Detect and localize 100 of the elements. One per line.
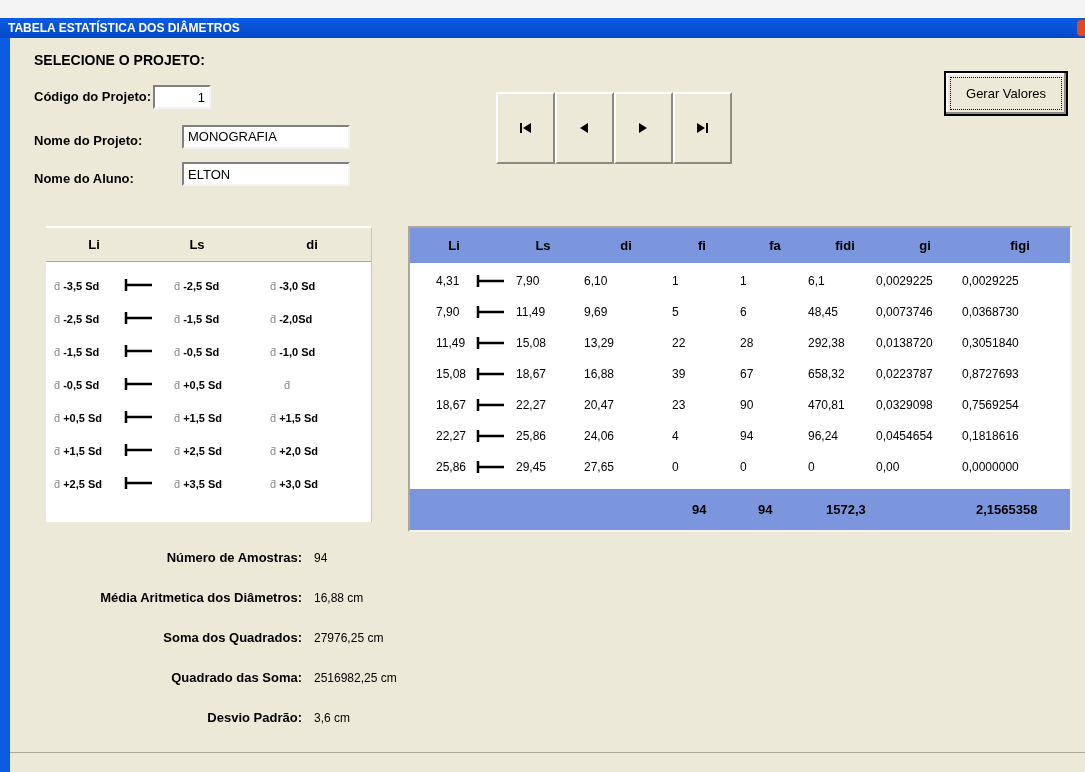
interval-icon xyxy=(124,475,154,490)
column-header: gi xyxy=(918,236,932,255)
skip-first-icon xyxy=(519,122,532,134)
close-icon[interactable] xyxy=(1077,20,1085,36)
interval-icon xyxy=(476,366,506,381)
table-cell-text: 6,10 xyxy=(584,272,609,290)
table-cell-text: 25,86 xyxy=(436,458,468,476)
table-cell-text: 0,8727693 xyxy=(962,365,1020,383)
interval-icon xyxy=(476,397,506,412)
input-field[interactable]: ELTON xyxy=(182,162,350,187)
interval-icon xyxy=(476,459,506,474)
stat-value: 3,6 cm xyxy=(314,710,350,727)
table-cell-text: 9,69 xyxy=(584,303,609,321)
window-title: TABELA ESTATÍSTICA DOS DIÂMETROS xyxy=(8,19,240,37)
previous-icon xyxy=(578,122,591,134)
nav-button[interactable] xyxy=(673,92,732,164)
table-cell-text: 94 xyxy=(740,427,755,445)
table-cell-text: 11,49 xyxy=(516,303,547,321)
table-cell-text: 470,81 xyxy=(808,396,846,414)
table-cell-text: 39 xyxy=(672,365,687,383)
formula-text: d̄ +3,0 Sd xyxy=(270,477,318,490)
formula-text: d̄ +2,0 Sd xyxy=(270,444,318,457)
table-cell-text: 0,0368730 xyxy=(962,303,1020,321)
column-header: Li xyxy=(87,235,101,254)
table-cell-text: 7,90 xyxy=(516,272,541,290)
nav-button[interactable] xyxy=(496,92,555,164)
table-cell-text: 1 xyxy=(672,272,680,290)
table-cell-text: 1 xyxy=(740,272,748,290)
table-cell-text: 15,08 xyxy=(516,334,548,352)
stat-value: 94 xyxy=(314,550,328,567)
interval-icon xyxy=(124,310,154,325)
stat-label: Desvio Padrão: xyxy=(206,709,302,728)
table-cell-text: 0 xyxy=(808,458,816,476)
table-cell-text: 22,27 xyxy=(516,396,548,414)
table-cell-text: 0,1818616 xyxy=(962,427,1020,445)
section-heading: SELECIONE O PROJETO: xyxy=(34,51,206,70)
table-cell-text: 22,27 xyxy=(436,427,468,445)
formula-text: d̄ +0,5 Sd xyxy=(54,411,102,424)
field-label: Nome do Projeto: xyxy=(34,132,144,150)
total-value: 94 xyxy=(692,500,708,519)
formula-text: d̄ xyxy=(284,378,291,391)
interval-icon xyxy=(124,409,154,424)
table-cell-text: 0,0029225 xyxy=(876,272,934,290)
table-cell-text: 13,29 xyxy=(584,334,616,352)
nav-button[interactable] xyxy=(555,92,614,164)
table-cell-text: 27,65 xyxy=(584,458,616,476)
column-header: Ls xyxy=(534,236,552,255)
table-cell-text: 0 xyxy=(672,458,680,476)
table-cell-text: 96,24 xyxy=(808,427,840,445)
interval-icon xyxy=(476,428,506,443)
formula-text: d̄ +1,5 Sd xyxy=(174,411,222,424)
nav-button[interactable] xyxy=(614,92,673,164)
field-label: Nome do Aluno: xyxy=(34,169,135,188)
column-header: fa xyxy=(768,236,782,255)
table-cell-text: 0,0029225 xyxy=(962,272,1020,290)
input-field[interactable]: MONOGRAFIA xyxy=(182,124,350,149)
table-cell-text: 5 xyxy=(672,303,680,321)
interval-icon xyxy=(124,343,154,358)
stat-label: Soma dos Quadrados: xyxy=(162,629,302,648)
field-label: Código do Projeto: xyxy=(34,88,151,107)
table-cell-text: 0,7569254 xyxy=(962,396,1020,414)
table-cell-text: 90 xyxy=(740,396,755,414)
formula-text: d̄ -3,5 Sd xyxy=(54,279,100,292)
formula-text: d̄ -2,5 Sd xyxy=(174,279,220,292)
formula-text: d̄ +3,5 Sd xyxy=(174,477,222,490)
table-cell-text: 48,45 xyxy=(808,303,840,321)
skip-last-icon xyxy=(696,122,709,134)
table-cell-text: 4 xyxy=(672,427,680,445)
formula-text: d̄ +0,5 Sd xyxy=(174,378,222,391)
formula-text: d̄ -1,0 Sd xyxy=(270,345,316,358)
table-cell-text: 4,31 xyxy=(436,272,461,290)
stat-value: 2516982,25 cm xyxy=(314,670,397,687)
formula-text: d̄ -0,5 Sd xyxy=(174,345,220,358)
table-cell-text: 67 xyxy=(740,365,755,383)
interval-icon xyxy=(124,277,154,292)
table-cell-text: 18,67 xyxy=(436,396,468,414)
table-cell-text: 25,86 xyxy=(516,427,548,445)
formula-text: d̄ -3,0 Sd xyxy=(270,279,316,292)
column-header: fi xyxy=(697,236,707,255)
formula-text: d̄ -1,5 Sd xyxy=(54,345,100,358)
interval-icon xyxy=(124,376,154,391)
table-cell-text: 29,45 xyxy=(516,458,548,476)
generate-button[interactable]: Gerar Valores xyxy=(944,71,1068,116)
column-header: di xyxy=(619,236,633,255)
column-header: fidi xyxy=(834,236,856,255)
table-cell-text: 0,0138720 xyxy=(876,334,934,352)
table-cell-text: 0,3051840 xyxy=(962,334,1020,352)
formula-text: d̄ -2,5 Sd xyxy=(54,312,100,325)
total-value: 1572,3 xyxy=(826,500,867,519)
table-cell-text: 658,32 xyxy=(808,365,846,383)
column-header: di xyxy=(305,235,319,254)
table-cell-text: 11,49 xyxy=(436,334,467,352)
table-cell-text: 6,1 xyxy=(808,272,826,290)
input-field[interactable]: 1 xyxy=(153,85,211,109)
table-cell-text: 0,0000000 xyxy=(962,458,1020,476)
table-cell-text: 0,0223787 xyxy=(876,365,934,383)
column-header: Ls xyxy=(188,235,206,254)
formula-text: d̄ +2,5 Sd xyxy=(54,477,102,490)
table-cell-text: 28 xyxy=(740,334,755,352)
column-header: figi xyxy=(1009,236,1031,255)
